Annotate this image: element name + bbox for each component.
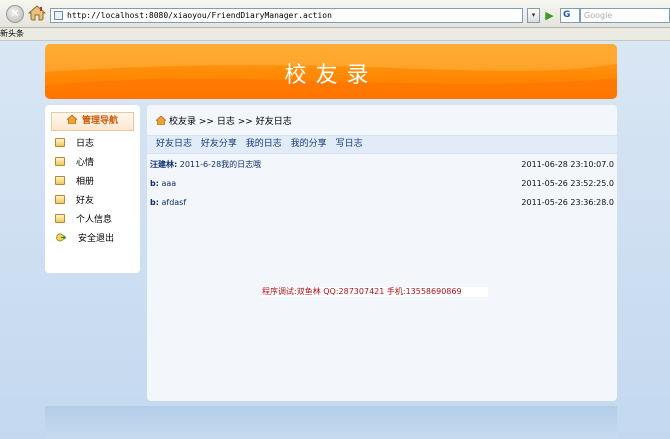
subnav-friend-share[interactable]: 好友分享 xyxy=(201,139,237,149)
sidebar-item-album[interactable]: 相册 xyxy=(55,173,135,192)
list-item[interactable]: b: aaa 2011-05-26 23:52:25.0 xyxy=(150,177,614,191)
breadcrumb-separator: >> xyxy=(198,117,214,127)
sidebar-menu: 日志 心情 相册 好友 个人信息 安全退出 xyxy=(55,135,135,249)
page-icon xyxy=(54,11,63,20)
breadcrumb-diary[interactable]: 日志 xyxy=(217,117,235,127)
subnav-friend-diary[interactable]: 好友日志 xyxy=(156,139,192,149)
address-url: http://localhost:8080/xiaoyou/FriendDiar… xyxy=(67,11,332,20)
folder-icon xyxy=(55,157,65,166)
subnav-write-diary[interactable]: 写日志 xyxy=(336,139,363,149)
banner: 校友录 xyxy=(45,44,617,99)
page-area: 校友录 管理导航 日志 心情 相册 好友 个人信息 安全退出 校友录 >> 日志… xyxy=(0,41,670,439)
diary-date: 2011-05-26 23:36:28.0 xyxy=(521,198,614,207)
sidebar-item-friends[interactable]: 好友 xyxy=(55,192,135,211)
subnav-my-share[interactable]: 我的分享 xyxy=(291,139,327,149)
search-input[interactable]: Google xyxy=(580,8,670,23)
subnav-my-diary[interactable]: 我的日志 xyxy=(246,139,282,149)
home-icon xyxy=(156,116,166,125)
breadcrumb-home[interactable]: 校友录 xyxy=(169,117,196,127)
diary-title[interactable]: 2011-6-28我的日志哦 xyxy=(180,160,261,169)
sidebar-item-label: 心情 xyxy=(76,158,95,168)
diary-date: 2011-06-28 23:10:07.0 xyxy=(521,160,614,169)
diary-author: b: xyxy=(150,179,159,188)
folder-icon xyxy=(55,138,65,147)
diary-title[interactable]: aaa xyxy=(161,179,176,188)
diary-author: b: xyxy=(150,198,159,207)
home-icon[interactable] xyxy=(28,4,46,22)
bookmark-item[interactable]: 新头条 xyxy=(0,29,24,38)
sidebar-item-diary[interactable]: 日志 xyxy=(55,135,135,154)
diary-title[interactable]: afdasf xyxy=(161,198,186,207)
diary-date: 2011-05-26 23:52:25.0 xyxy=(521,179,614,188)
sidebar-header: 管理导航 xyxy=(51,112,134,131)
address-bar[interactable]: http://localhost:8080/xiaoyou/FriendDiar… xyxy=(50,8,523,23)
home-icon xyxy=(66,115,77,124)
browser-toolbar: ✕ http://localhost:8080/xiaoyou/FriendDi… xyxy=(0,0,670,28)
stop-icon[interactable]: ✕ xyxy=(6,5,24,23)
breadcrumb: 校友录 >> 日志 >> 好友日志 xyxy=(156,115,292,129)
footer-credit: 程序调试:双鱼林 QQ:287307421 手机:13558690869 xyxy=(262,287,488,297)
address-dropdown-button[interactable]: ▾ xyxy=(527,8,540,23)
folder-icon xyxy=(55,214,65,223)
sidebar-item-label: 好友 xyxy=(76,196,95,206)
sidebar-item-logout[interactable]: 安全退出 xyxy=(55,230,135,249)
folder-icon xyxy=(55,176,65,185)
list-item[interactable]: 汪建林: 2011-6-28我的日志哦 2011-06-28 23:10:07.… xyxy=(150,158,614,172)
search-engine-selector[interactable]: G xyxy=(560,8,580,23)
list-item[interactable]: b: afdasf 2011-05-26 23:36:28.0 xyxy=(150,196,614,210)
sidebar-item-label: 安全退出 xyxy=(78,234,115,244)
sidebar-item-mood[interactable]: 心情 xyxy=(55,154,135,173)
exit-icon xyxy=(56,233,67,242)
sidebar-item-label: 个人信息 xyxy=(76,215,113,225)
bottom-strip xyxy=(45,406,617,439)
bookmarks-bar: 新头条 xyxy=(0,28,670,41)
sidebar: 管理导航 日志 心情 相册 好友 个人信息 安全退出 xyxy=(45,105,140,273)
banner-title: 校友录 xyxy=(284,63,378,88)
sidebar-header-label: 管理导航 xyxy=(81,116,118,126)
sidebar-item-label: 日志 xyxy=(76,139,95,149)
go-button[interactable]: ▶ xyxy=(542,7,557,24)
subnav: 好友日志 好友分享 我的日志 我的分享 写日志 xyxy=(147,135,617,154)
sidebar-item-profile[interactable]: 个人信息 xyxy=(55,211,135,230)
diary-author: 汪建林: xyxy=(150,160,178,169)
folder-icon xyxy=(55,195,65,204)
main-content: 校友录 >> 日志 >> 好友日志 好友日志 好友分享 我的日志 我的分享 写日… xyxy=(147,105,617,401)
sidebar-item-label: 相册 xyxy=(76,177,95,187)
breadcrumb-separator: >> xyxy=(237,117,253,127)
breadcrumb-current: 好友日志 xyxy=(255,117,292,127)
